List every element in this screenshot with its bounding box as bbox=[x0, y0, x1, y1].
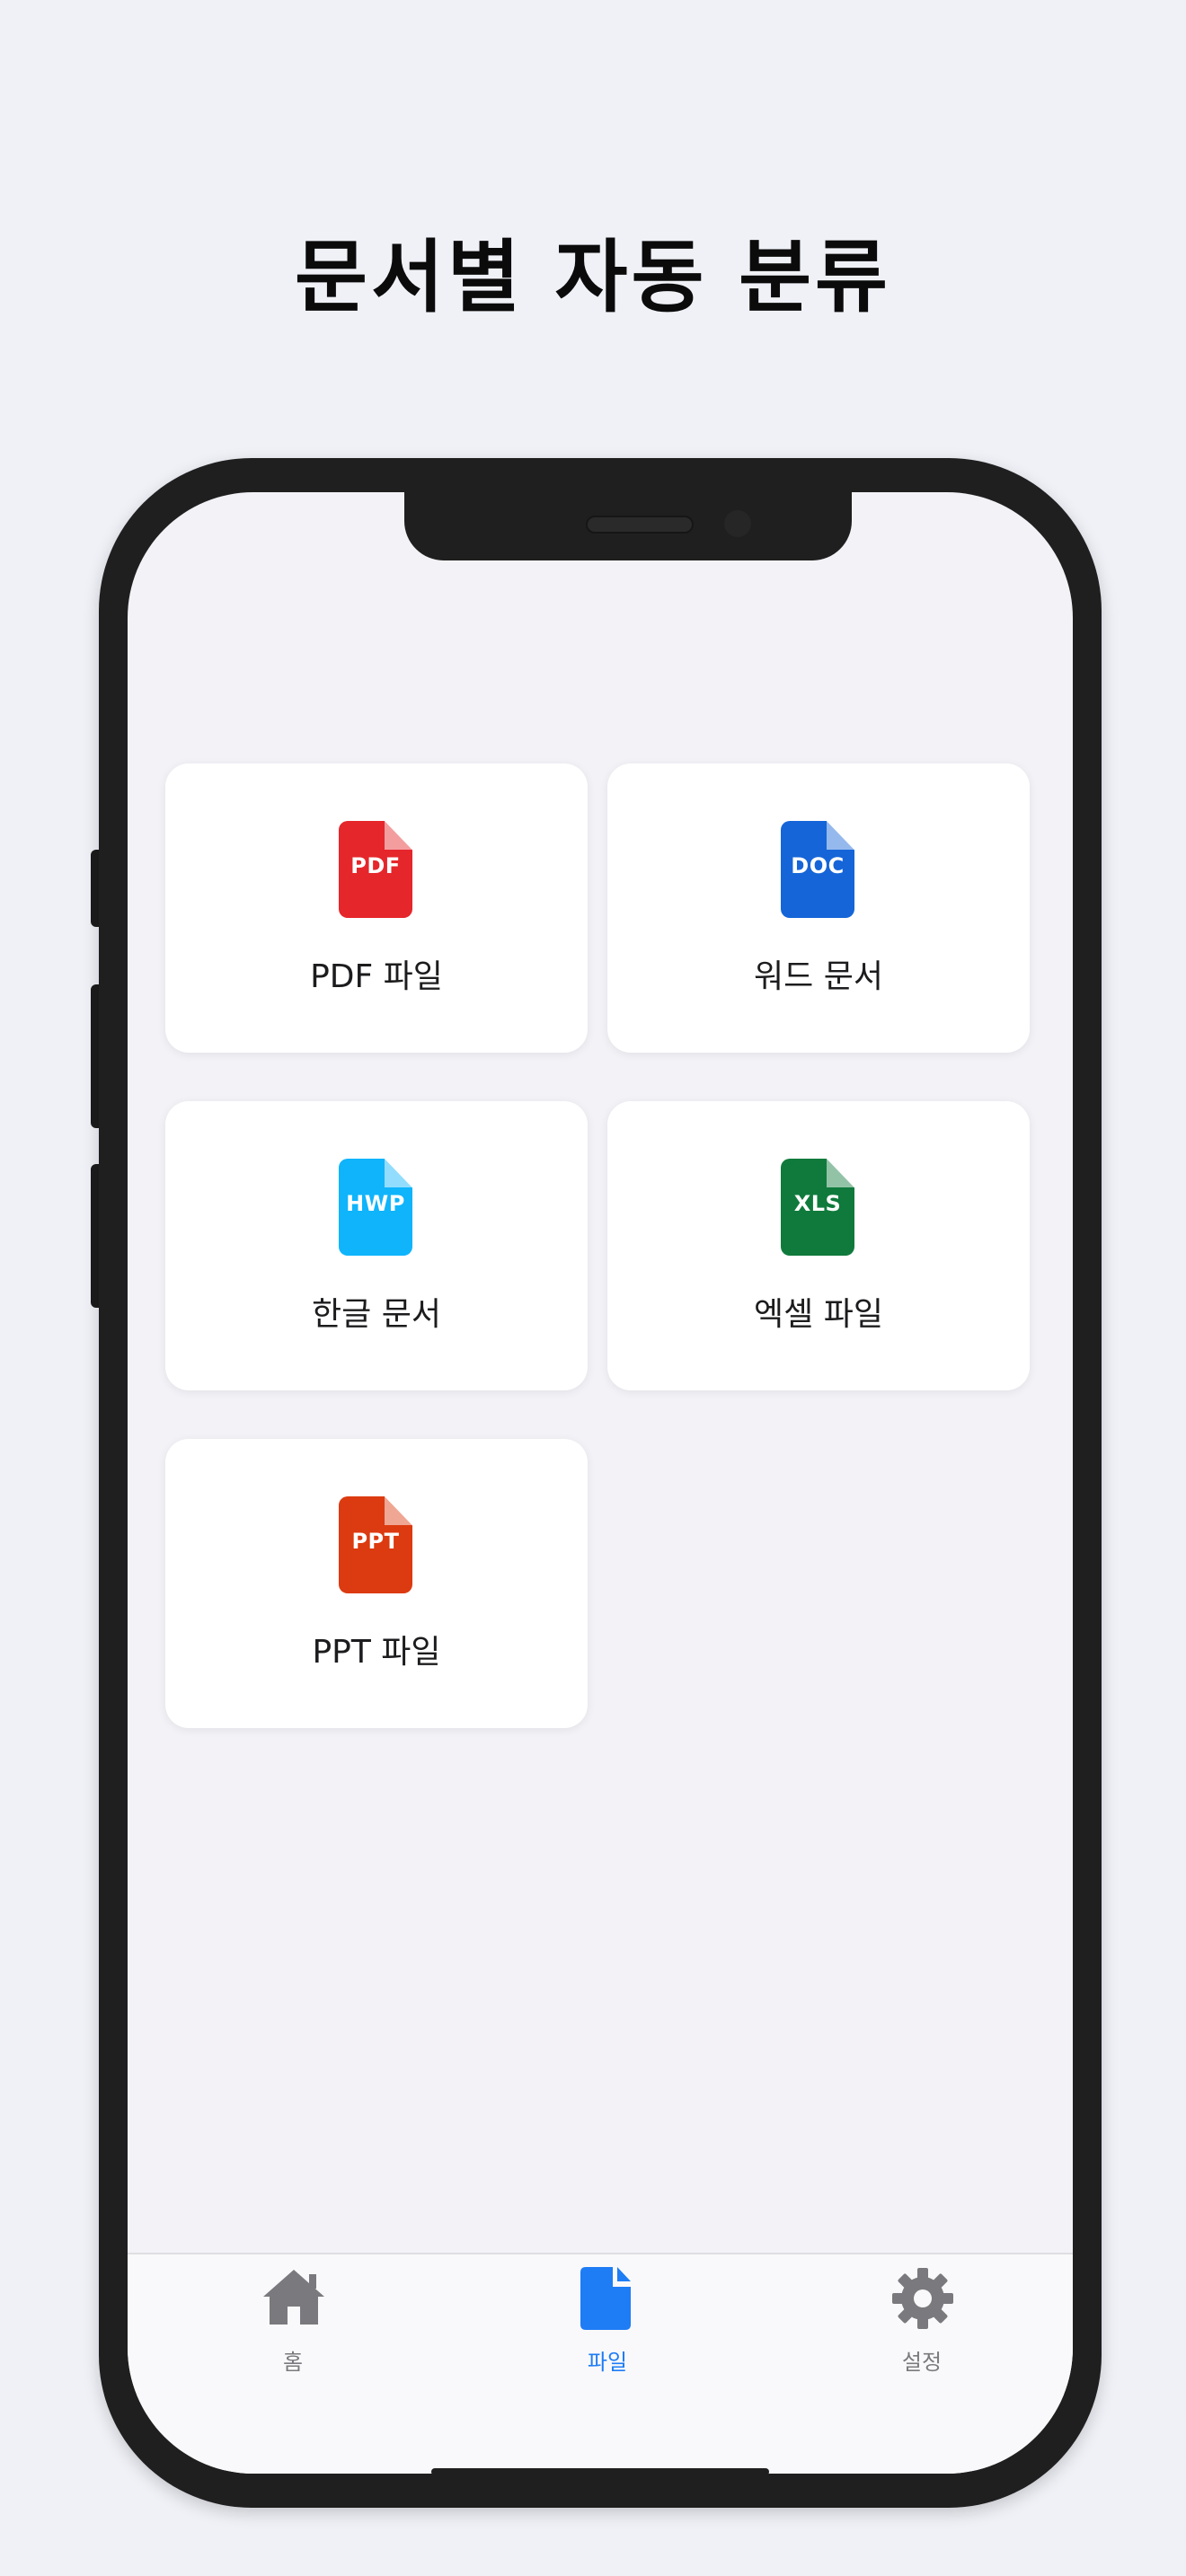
category-label: PPT 파일 bbox=[312, 1634, 441, 1671]
tab-label: 파일 bbox=[587, 2350, 628, 2375]
file-icon-text: PPT bbox=[351, 1529, 400, 1554]
category-label: 한글 문서 bbox=[312, 1296, 441, 1333]
category-card-ppt[interactable]: PPT PPT 파일 bbox=[165, 1439, 588, 1728]
tab-label: 홈 bbox=[282, 2350, 304, 2375]
category-card-doc[interactable]: DOC 워드 문서 bbox=[607, 763, 1030, 1053]
tab-label: 설정 bbox=[901, 2350, 943, 2375]
category-card-xls[interactable]: XLS 엑셀 파일 bbox=[607, 1101, 1030, 1390]
notch bbox=[404, 492, 852, 560]
category-label: 엑셀 파일 bbox=[754, 1296, 883, 1333]
file-fold-corner bbox=[385, 1159, 412, 1187]
tab-files[interactable]: 파일 bbox=[553, 2267, 661, 2375]
category-label: 워드 문서 bbox=[754, 958, 883, 995]
phone-screen: PDF PDF 파일 DOC 워드 문서 HWP 한글 문서 XLS 엑셀 파일… bbox=[128, 492, 1073, 2474]
tab-home[interactable]: 홈 bbox=[239, 2267, 347, 2375]
file-icon-text: DOC bbox=[791, 853, 845, 878]
file-fold-corner bbox=[827, 1159, 854, 1187]
file-fold-corner bbox=[827, 821, 854, 850]
category-label: PDF 파일 bbox=[310, 958, 443, 995]
gear-icon bbox=[892, 2268, 953, 2329]
file-icon-text: HWP bbox=[346, 1191, 405, 1216]
file-fold-corner bbox=[385, 821, 412, 850]
front-camera bbox=[724, 510, 751, 537]
file-icon-text: XLS bbox=[793, 1191, 842, 1216]
tab-settings[interactable]: 설정 bbox=[868, 2267, 976, 2375]
file-icon bbox=[580, 2267, 631, 2330]
marketing-headline: 문서별 자동 분류 bbox=[295, 231, 891, 323]
home-indicator bbox=[431, 2468, 769, 2474]
phone-frame: PDF PDF 파일 DOC 워드 문서 HWP 한글 문서 XLS 엑셀 파일… bbox=[99, 458, 1102, 2508]
earpiece-speaker bbox=[586, 516, 694, 534]
category-card-hwp[interactable]: HWP 한글 문서 bbox=[165, 1101, 588, 1390]
tab-bar: 홈 파일 설정 bbox=[128, 2253, 1073, 2474]
file-icon-text: PDF bbox=[350, 853, 401, 878]
category-card-pdf[interactable]: PDF PDF 파일 bbox=[165, 763, 588, 1053]
file-fold-corner bbox=[385, 1496, 412, 1525]
home-icon bbox=[263, 2270, 324, 2325]
